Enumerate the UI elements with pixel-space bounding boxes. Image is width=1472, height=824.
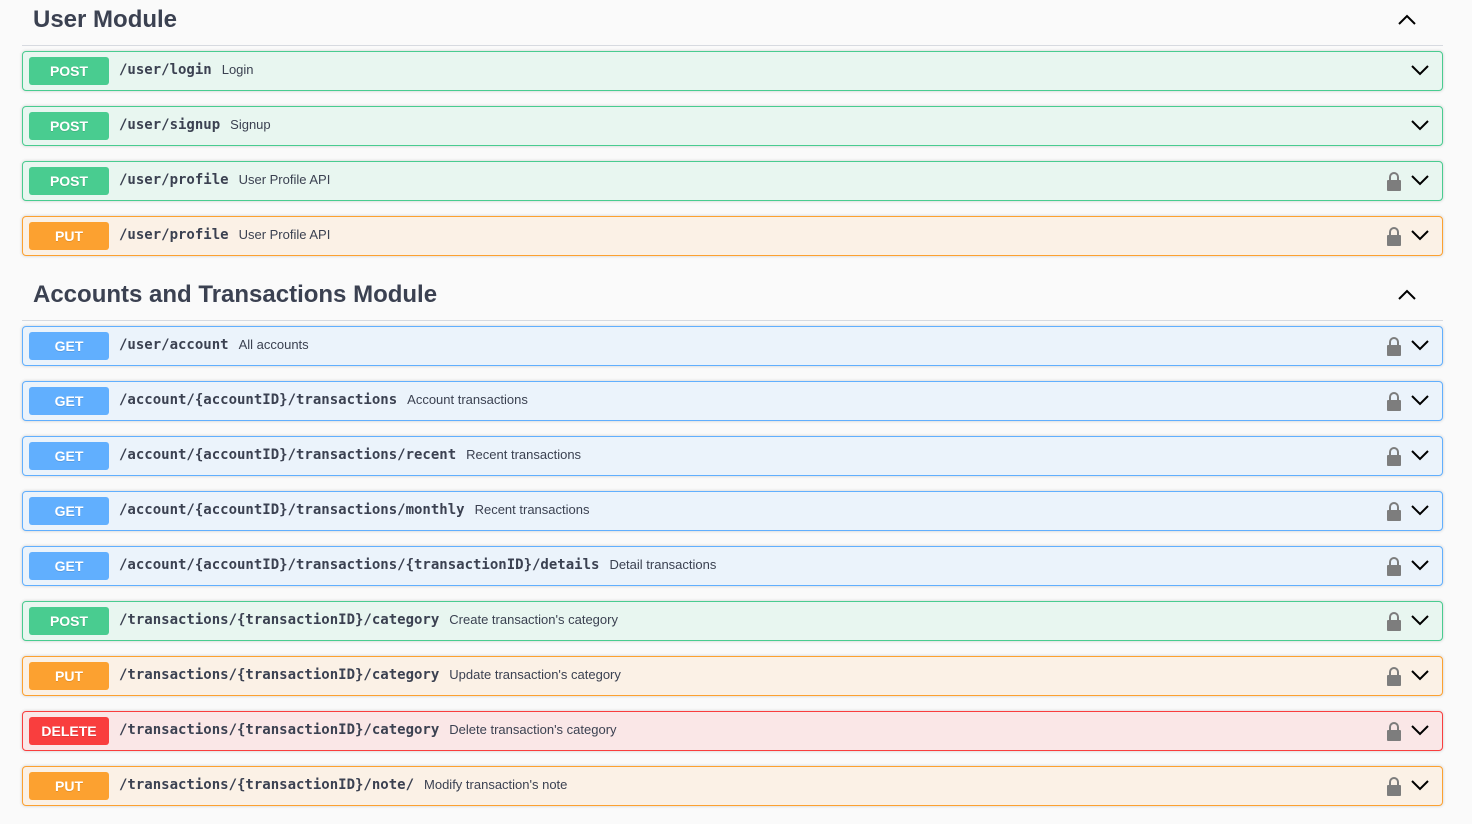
method-badge: POST: [29, 167, 109, 195]
method-badge: GET: [29, 552, 109, 580]
operation-path: /user/login Login: [119, 62, 254, 78]
chevron-up-icon[interactable]: [1397, 285, 1417, 305]
chevron-down-icon[interactable]: [1410, 393, 1430, 407]
operation-path: /account/{accountID}/transactions Account…: [119, 392, 528, 408]
operation-get-account-transactions-monthly[interactable]: GET /account/{accountID}/transactions/mo…: [22, 491, 1443, 531]
path-text: /user/signup: [119, 117, 221, 133]
method-badge: POST: [29, 57, 109, 85]
path-text: /user/account: [119, 337, 229, 353]
operation-summary: User Profile API: [238, 227, 331, 242]
operation-summary: Login: [221, 62, 254, 77]
method-badge: DELETE: [29, 717, 109, 745]
operation-summary: Recent transactions: [474, 502, 590, 517]
chevron-down-icon[interactable]: [1410, 723, 1430, 737]
chevron-down-icon[interactable]: [1410, 118, 1430, 132]
operation-summary: Modify transaction's note: [424, 777, 568, 792]
chevron-down-icon[interactable]: [1410, 338, 1430, 352]
chevron-down-icon[interactable]: [1410, 63, 1430, 77]
method-badge: GET: [29, 442, 109, 470]
operation-get-user-account[interactable]: GET /user/account All accounts: [22, 326, 1443, 366]
operation-path: /account/{accountID}/transactions/monthl…: [119, 502, 589, 518]
operation-post-user-profile[interactable]: POST /user/profile User Profile API: [22, 161, 1443, 201]
method-badge: POST: [29, 607, 109, 635]
operation-put-user-profile[interactable]: PUT /user/profile User Profile API: [22, 216, 1443, 256]
method-badge: GET: [29, 387, 109, 415]
path-text: /account/{accountID}/transactions: [119, 392, 398, 408]
lock-icon[interactable]: [1386, 612, 1402, 632]
path-text: /user/login: [119, 62, 212, 78]
operation-path: /account/{accountID}/transactions/{trans…: [119, 557, 716, 573]
operation-get-account-transactions[interactable]: GET /account/{accountID}/transactions Acc…: [22, 381, 1443, 421]
operation-summary: All accounts: [238, 337, 309, 352]
chevron-down-icon[interactable]: [1410, 448, 1430, 462]
lock-icon[interactable]: [1386, 447, 1402, 467]
operation-post-transaction-category[interactable]: POST /transactions/{transactionID}/categ…: [22, 601, 1443, 641]
chevron-down-icon[interactable]: [1410, 503, 1430, 517]
lock-icon[interactable]: [1386, 667, 1402, 687]
chevron-down-icon[interactable]: [1410, 668, 1430, 682]
swagger-page: User Module POST /user/login Login POST /…: [0, 0, 1472, 824]
operation-put-transaction-note[interactable]: PUT /transactions/{transactionID}/note/M…: [22, 766, 1443, 806]
section-title: User Module: [33, 6, 178, 33]
operation-put-transaction-category[interactable]: PUT /transactions/{transactionID}/catego…: [22, 656, 1443, 696]
path-text: /transactions/{transactionID}/category: [119, 667, 440, 683]
path-text: /account/{accountID}/transactions/recent: [119, 447, 457, 463]
operation-summary: Update transaction's category: [449, 667, 621, 682]
chevron-down-icon[interactable]: [1410, 228, 1430, 242]
path-text: /user/profile: [119, 227, 229, 243]
operation-path: /user/account All accounts: [119, 337, 309, 353]
lock-icon[interactable]: [1386, 777, 1402, 797]
chevron-up-icon[interactable]: [1397, 10, 1417, 30]
operation-path: /user/profile User Profile API: [119, 172, 330, 188]
lock-icon[interactable]: [1386, 172, 1402, 192]
path-text: /account/{accountID}/transactions/{trans…: [119, 557, 600, 573]
operation-get-transaction-details[interactable]: GET /account/{accountID}/transactions/{t…: [22, 546, 1443, 586]
method-badge: PUT: [29, 222, 109, 250]
operation-summary: Delete transaction's category: [449, 722, 617, 737]
operation-path: /transactions/{transactionID}/category Up…: [119, 667, 621, 683]
lock-icon[interactable]: [1386, 392, 1402, 412]
path-text: /transactions/{transactionID}/category: [119, 722, 440, 738]
operation-post-user-login[interactable]: POST /user/login Login: [22, 51, 1443, 91]
method-badge: GET: [29, 332, 109, 360]
lock-icon[interactable]: [1386, 227, 1402, 247]
operation-summary: Detail transactions: [609, 557, 717, 572]
operation-path: /user/profile User Profile API: [119, 227, 330, 243]
path-text: /account/{accountID}/transactions/monthl…: [119, 502, 465, 518]
section-accounts-transactions-module: Accounts and Transactions Module GET /us…: [22, 275, 1443, 806]
method-badge: PUT: [29, 772, 109, 800]
section-header[interactable]: User Module: [22, 0, 1443, 46]
operation-summary: User Profile API: [238, 172, 331, 187]
operation-path: /transactions/{transactionID}/category Cr…: [119, 612, 618, 628]
operation-summary: Signup: [230, 117, 271, 132]
chevron-down-icon[interactable]: [1410, 558, 1430, 572]
operation-path: /account/{accountID}/transactions/recent…: [119, 447, 581, 463]
operation-path: /transactions/{transactionID}/category De…: [119, 722, 617, 738]
section-user-module: User Module POST /user/login Login POST /…: [22, 0, 1443, 256]
lock-icon[interactable]: [1386, 502, 1402, 522]
operation-summary: Create transaction's category: [449, 612, 618, 627]
path-text: /transactions/{transactionID}/category: [119, 612, 440, 628]
operation-summary: Account transactions: [407, 392, 528, 407]
lock-icon[interactable]: [1386, 722, 1402, 742]
operation-summary: Recent transactions: [466, 447, 582, 462]
operation-delete-transaction-category[interactable]: DELETE /transactions/{transactionID}/cat…: [22, 711, 1443, 751]
operation-path: /user/signup Signup: [119, 117, 271, 133]
operation-path: /transactions/{transactionID}/note/Modif…: [119, 777, 567, 793]
chevron-down-icon[interactable]: [1410, 613, 1430, 627]
path-text: /user/profile: [119, 172, 229, 188]
chevron-down-icon[interactable]: [1410, 173, 1430, 187]
method-badge: PUT: [29, 662, 109, 690]
operation-get-account-transactions-recent[interactable]: GET /account/{accountID}/transactions/re…: [22, 436, 1443, 476]
path-text: /transactions/{transactionID}/note/: [119, 777, 415, 793]
lock-icon[interactable]: [1386, 337, 1402, 357]
chevron-down-icon[interactable]: [1410, 778, 1430, 792]
section-header[interactable]: Accounts and Transactions Module: [22, 275, 1443, 321]
method-badge: GET: [29, 497, 109, 525]
method-badge: POST: [29, 112, 109, 140]
lock-icon[interactable]: [1386, 557, 1402, 577]
operation-post-user-signup[interactable]: POST /user/signup Signup: [22, 106, 1443, 146]
section-title: Accounts and Transactions Module: [33, 281, 438, 308]
